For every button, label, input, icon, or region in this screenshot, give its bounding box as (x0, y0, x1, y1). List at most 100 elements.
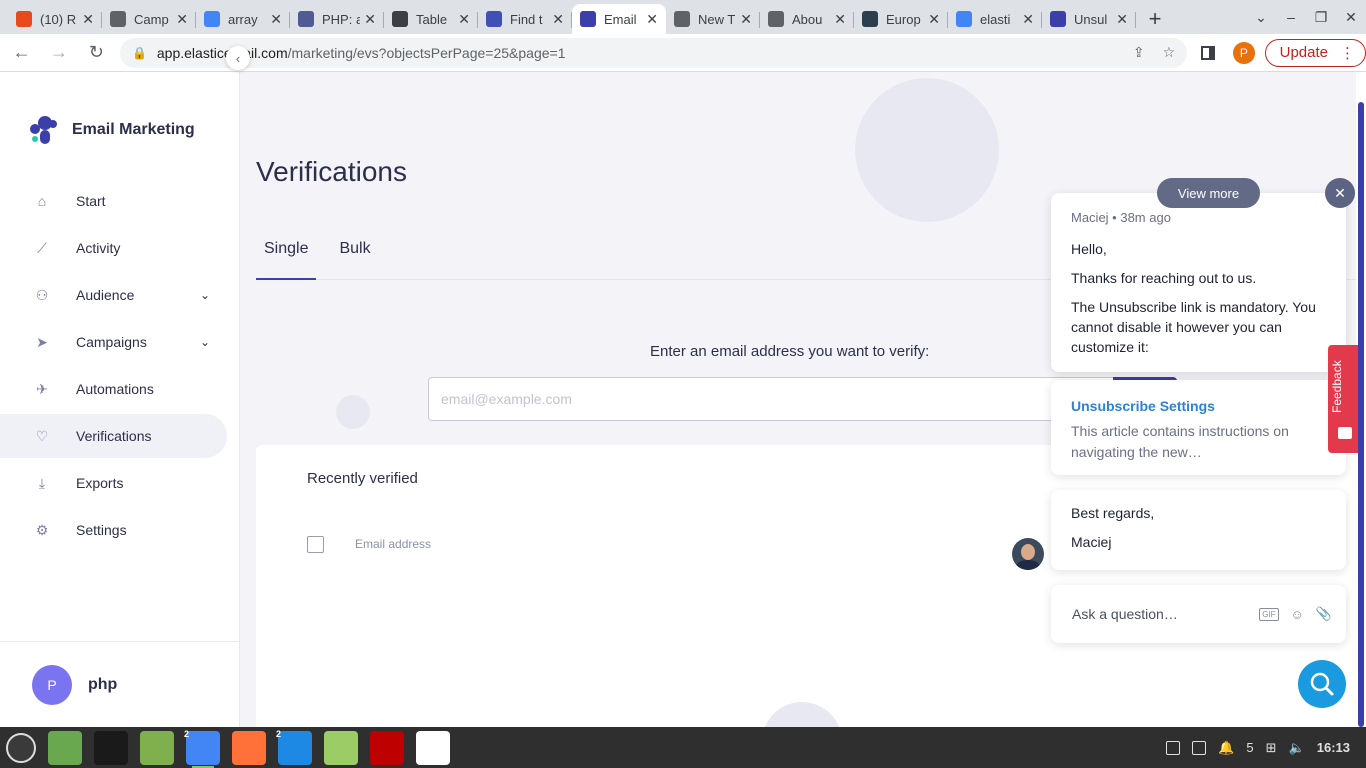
sidebar-item-audience[interactable]: ⚇ Audience ⌄ (0, 273, 240, 317)
network-icon[interactable]: ⊞ (1266, 740, 1277, 756)
message-text: The Unsubscribe link is mandatory. You c… (1071, 299, 1316, 355)
sidebar-item-activity[interactable]: ⟋ Activity (0, 226, 240, 270)
sidebar-item-label: Verifications (76, 428, 152, 444)
sidebar-item-campaigns[interactable]: ➤ Campaigns ⌄ (0, 320, 240, 364)
chat-message: Best regards, Maciej (1051, 490, 1346, 570)
close-window-button[interactable]: ✕ (1336, 9, 1366, 26)
taskbar-image-viewer-icon[interactable] (324, 730, 358, 765)
heart-check-icon: ♡ (35, 427, 49, 444)
sidebar-item-exports[interactable]: ⤓ Exports (0, 461, 240, 505)
chevron-down-icon[interactable]: ⌄ (200, 288, 210, 302)
minimize-button[interactable]: – (1276, 9, 1306, 25)
volume-icon[interactable]: 🔈 (1289, 740, 1305, 756)
close-tab-icon[interactable]: ✕ (176, 11, 188, 28)
brand-name: Email Marketing (72, 121, 195, 138)
sidebar-item-automations[interactable]: ✈ Automations (0, 367, 240, 411)
select-all-checkbox[interactable] (307, 536, 324, 553)
elastic-email-logo-icon (30, 116, 60, 144)
profile-avatar[interactable]: P (1233, 41, 1255, 64)
gif-button[interactable]: GIF (1259, 607, 1279, 621)
article-link[interactable]: Unsubscribe Settings (1071, 398, 1326, 414)
browser-tab[interactable]: New T ✕ (666, 4, 760, 34)
tab-title: Table (416, 11, 448, 27)
close-tab-icon[interactable]: ✕ (82, 11, 94, 28)
tab-single[interactable]: Single (256, 234, 317, 280)
gear-icon: ⚙ (35, 521, 49, 538)
brand[interactable]: Email Marketing (30, 116, 195, 144)
close-tab-icon[interactable]: ✕ (834, 11, 846, 28)
close-tab-icon[interactable]: ✕ (458, 11, 470, 28)
workspace-indicator[interactable]: 5 (1246, 740, 1253, 755)
forward-button[interactable]: → (43, 37, 74, 69)
close-tab-icon[interactable]: ✕ (928, 11, 940, 28)
restore-button[interactable]: ❐ (1306, 9, 1336, 26)
message-text: Thanks for reaching out to us. (1071, 270, 1257, 286)
back-button[interactable]: ← (6, 37, 37, 69)
close-tab-icon[interactable]: ✕ (1022, 11, 1034, 28)
os-taskbar: 2 2 🔔 5 ⊞ 🔈 16:13 (0, 727, 1366, 768)
chat-question-input[interactable] (1072, 606, 1242, 622)
collapse-sidebar-button[interactable]: ‹ (226, 46, 250, 70)
notification-icon[interactable]: 🔔 (1218, 740, 1234, 756)
browser-tab[interactable]: Camp ✕ (102, 4, 196, 34)
chevron-down-icon[interactable]: ⌄ (200, 335, 210, 349)
close-tab-icon[interactable]: ✕ (552, 11, 564, 28)
feedback-tab[interactable]: Feedback (1328, 345, 1358, 453)
browser-tab[interactable]: Email ✕ (572, 4, 666, 34)
emoji-icon[interactable]: ☺ (1291, 607, 1304, 622)
help-search-button[interactable] (1298, 660, 1346, 708)
browser-tab[interactable]: (10) R ✕ (8, 4, 102, 34)
taskbar-vscode-icon[interactable]: 2 (276, 729, 312, 765)
sidebar-item-settings[interactable]: ⚙ Settings (0, 508, 240, 552)
close-tab-icon[interactable]: ✕ (1116, 11, 1128, 28)
sidebar-item-verifications[interactable]: ♡ Verifications (0, 414, 227, 458)
shield-icon[interactable] (1192, 740, 1207, 755)
bookmark-star-icon[interactable]: ☆ (1163, 44, 1176, 61)
taskbar-proton-vpn-icon[interactable] (416, 730, 450, 765)
taskbar-menu-icon[interactable] (6, 732, 36, 763)
reload-button[interactable]: ↻ (81, 37, 112, 69)
favicon-icon (1050, 11, 1066, 27)
taskbar-terminal-icon[interactable] (94, 730, 128, 765)
browser-tab[interactable]: Find t ✕ (478, 4, 572, 34)
browser-tab[interactable]: elasti ✕ (948, 4, 1042, 34)
clipboard-icon[interactable] (1166, 740, 1181, 755)
sidebar-item-label: Campaigns (76, 334, 147, 350)
browser-tab[interactable]: PHP: a ✕ (290, 4, 384, 34)
rocket-icon: ✈ (36, 380, 48, 397)
message-text: Hello, (1071, 241, 1107, 257)
column-header-email[interactable]: Email address (355, 537, 431, 551)
message-text: Maciej (1071, 534, 1112, 550)
browser-tab[interactable]: Abou ✕ (760, 4, 854, 34)
taskbar-folder-icon[interactable] (140, 730, 174, 765)
tab-bulk[interactable]: Bulk (331, 234, 378, 280)
browser-tab[interactable]: Table ✕ (384, 4, 478, 34)
attachment-icon[interactable]: 📎 (1316, 606, 1332, 622)
close-tab-icon[interactable]: ✕ (646, 11, 658, 28)
address-bar[interactable]: 🔒 app.elasticemail.com /marketing/evs?ob… (119, 37, 1188, 68)
update-button[interactable]: Update ⋮ (1264, 38, 1366, 67)
user-menu[interactable]: P php (0, 641, 240, 727)
browser-tab[interactable]: Europ ✕ (854, 4, 948, 34)
browser-tab[interactable]: Unsul ✕ (1042, 4, 1136, 34)
browser-tab[interactable]: array ✕ (196, 4, 290, 34)
taskbar-firefox-icon[interactable] (232, 730, 266, 765)
chat-close-button[interactable]: ✕ (1325, 178, 1355, 208)
share-icon[interactable]: ⇪ (1133, 44, 1145, 61)
close-tab-icon[interactable]: ✕ (740, 11, 752, 28)
close-tab-icon[interactable]: ✕ (270, 11, 282, 28)
clock[interactable]: 16:13 (1317, 740, 1350, 755)
tab-search-icon[interactable]: ⌄ (1246, 9, 1276, 26)
lock-icon[interactable]: 🔒 (132, 46, 147, 60)
side-panel-icon[interactable] (1201, 45, 1216, 60)
taskbar-files-icon[interactable] (48, 730, 82, 765)
scrollbar-thumb[interactable] (1358, 102, 1364, 727)
new-tab-button[interactable]: + (1140, 4, 1170, 34)
taskbar-chrome-icon[interactable]: 2 (184, 729, 220, 768)
close-tab-icon[interactable]: ✕ (364, 11, 376, 28)
email-verify-input[interactable] (428, 377, 1128, 421)
sidebar-item-start[interactable]: ⌂ Start (0, 179, 240, 223)
view-more-button[interactable]: View more (1157, 178, 1260, 208)
taskbar-filezilla-icon[interactable] (370, 730, 404, 765)
chat-article-card[interactable]: Unsubscribe Settings This article contai… (1051, 380, 1346, 475)
